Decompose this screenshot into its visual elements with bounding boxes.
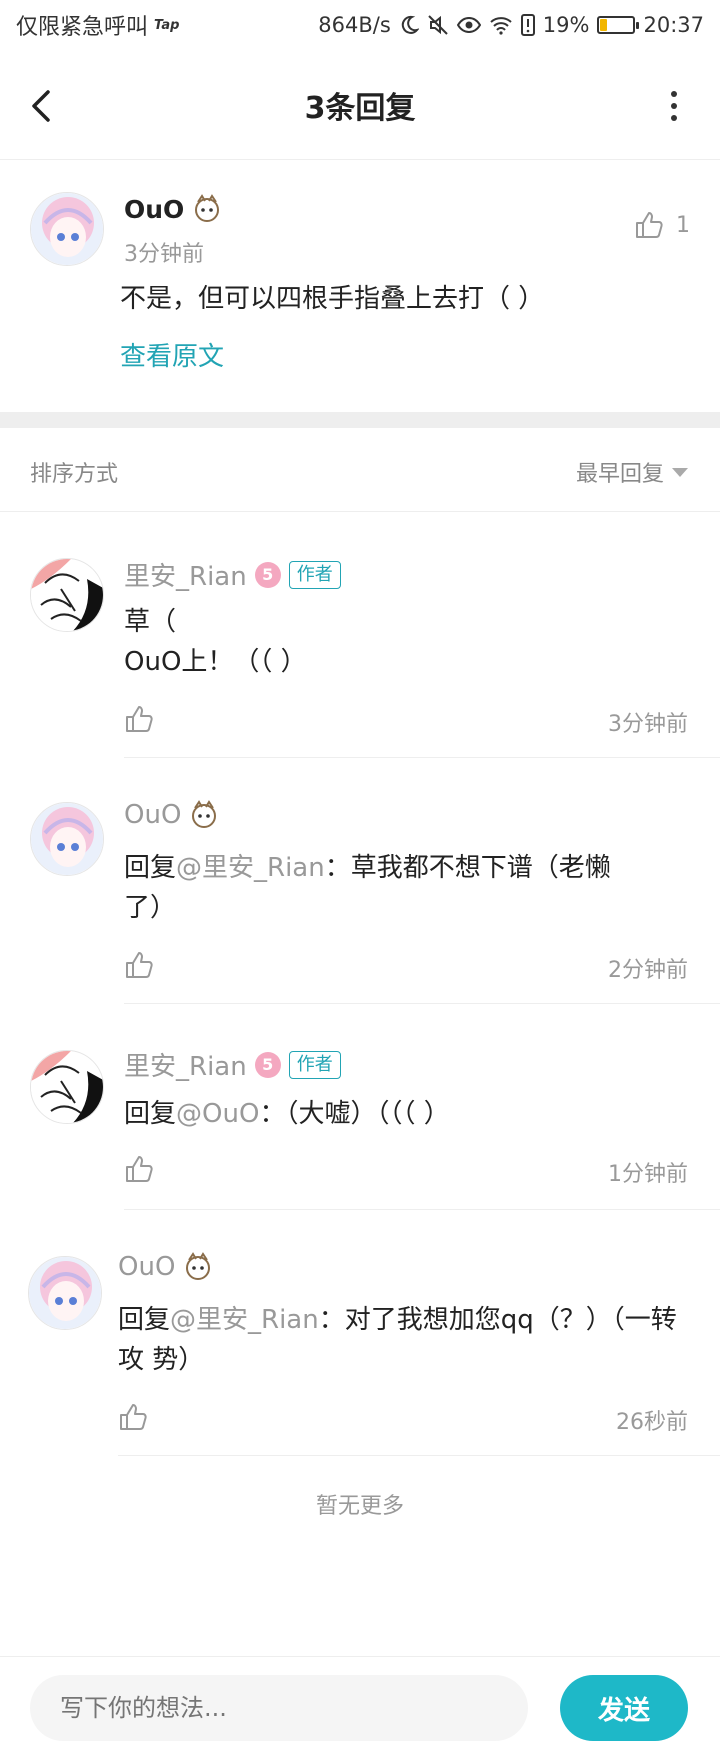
section-divider <box>0 412 720 428</box>
alert-icon <box>520 14 535 36</box>
clock: 20:37 <box>643 13 704 37</box>
sort-bar: 排序方式 最早回复 <box>0 428 720 512</box>
view-original-link[interactable]: 查看原文 <box>120 336 224 373</box>
more-vertical-icon[interactable] <box>668 88 680 124</box>
thumbs-up-icon <box>636 212 663 238</box>
post-time: 3分钟前 <box>124 242 204 267</box>
back-arrow-icon[interactable] <box>28 86 58 126</box>
page-title: 3条回复 <box>304 90 416 126</box>
author-name[interactable]: 里安_Rian 5 作者 <box>124 1046 341 1083</box>
reply-time: 26秒前 <box>616 1410 688 1435</box>
author-name[interactable]: 里安_Rian 5 作者 <box>124 556 341 593</box>
status-bar: 仅限紧急呼叫 Tap 864B/s 19% 20:37 <box>0 0 720 50</box>
mute-icon <box>428 15 448 35</box>
thumbs-up-icon[interactable] <box>124 1154 154 1184</box>
network-speed: 864B/s <box>318 13 391 37</box>
thumbs-up-icon[interactable] <box>124 950 154 980</box>
battery-icon <box>597 16 640 34</box>
mention-link[interactable]: @OuO <box>176 1099 259 1129</box>
moon-icon <box>401 15 419 34</box>
avatar[interactable] <box>30 802 104 876</box>
level-badge-icon: 5 <box>254 561 281 588</box>
sort-dropdown[interactable]: 最早回复 <box>576 456 688 488</box>
author-name[interactable]: OuO <box>124 194 222 224</box>
sticker-icon <box>195 194 220 222</box>
avatar[interactable] <box>30 1050 104 1124</box>
sticker-icon <box>186 1252 211 1280</box>
top-app-bar: 3条回复 <box>0 50 720 160</box>
thumbs-up-icon[interactable] <box>124 704 154 734</box>
reply-item: OuO 回复@里安_Rian：对了我想加您qq（？）（一转 攻 势） 26秒前 <box>0 1210 720 1456</box>
reply-time: 1分钟前 <box>608 1162 688 1187</box>
reply-text: 草（ OuO上！（（ ） <box>124 607 307 677</box>
avatar[interactable] <box>30 192 104 266</box>
carrier-text: 仅限紧急呼叫 <box>16 15 149 40</box>
comment-text: 不是，但可以四根手指叠上去打（ ） <box>120 284 545 314</box>
sort-label: 排序方式 <box>30 462 119 487</box>
sticker-icon <box>192 800 217 828</box>
author-badge: 作者 <box>288 560 341 589</box>
divider <box>118 1455 720 1456</box>
like-button[interactable]: 1 <box>634 210 690 240</box>
level-badge-icon: 5 <box>254 1051 281 1078</box>
mention-link[interactable]: @里安_Rian <box>170 1305 319 1335</box>
author-badge: 作者 <box>288 1050 341 1079</box>
mention-link[interactable]: @里安_Rian <box>176 853 325 883</box>
avatar[interactable] <box>28 1256 102 1330</box>
reply-text: 回复@里安_Rian：对了我想加您qq（？）（一转 攻 势） <box>118 1305 677 1375</box>
comment-input[interactable] <box>30 1675 528 1741</box>
author-name[interactable]: OuO <box>118 1252 213 1282</box>
send-button[interactable]: 发送 <box>560 1675 688 1741</box>
thumbs-up-icon[interactable] <box>118 1402 148 1432</box>
battery-percent: 19% <box>542 13 590 37</box>
reply-item: 里安_Rian 5 作者 草（ OuO上！（（ ） 3分钟前 <box>0 512 720 758</box>
reply-item: OuO 回复@里安_Rian：草我都不想下谱（老懒了） 2分钟前 <box>0 758 720 1004</box>
reply-item: 里安_Rian 5 作者 回复@OuO：（大嘘）（（（ ） 1分钟前 <box>0 1004 720 1210</box>
reply-text: 回复@OuO：（大嘘）（（（ ） <box>124 1099 450 1129</box>
caret-down-icon <box>672 467 688 477</box>
tap-icon: Tap <box>154 17 180 33</box>
wifi-icon <box>490 17 512 35</box>
author-name[interactable]: OuO <box>124 800 219 830</box>
no-more-text: 暂无更多 <box>315 1494 404 1519</box>
avatar[interactable] <box>30 558 104 632</box>
reply-text: 回复@里安_Rian：草我都不想下谱（老懒了） <box>124 853 611 923</box>
comment-input-bar: 发送 <box>0 1656 720 1756</box>
eye-icon <box>456 16 481 34</box>
reply-time: 2分钟前 <box>608 958 688 983</box>
reply-time: 3分钟前 <box>608 712 688 737</box>
like-count: 1 <box>676 212 690 238</box>
original-comment: OuO 3分钟前 不是，但可以四根手指叠上去打（ ） 查看原文 1 <box>0 160 720 412</box>
